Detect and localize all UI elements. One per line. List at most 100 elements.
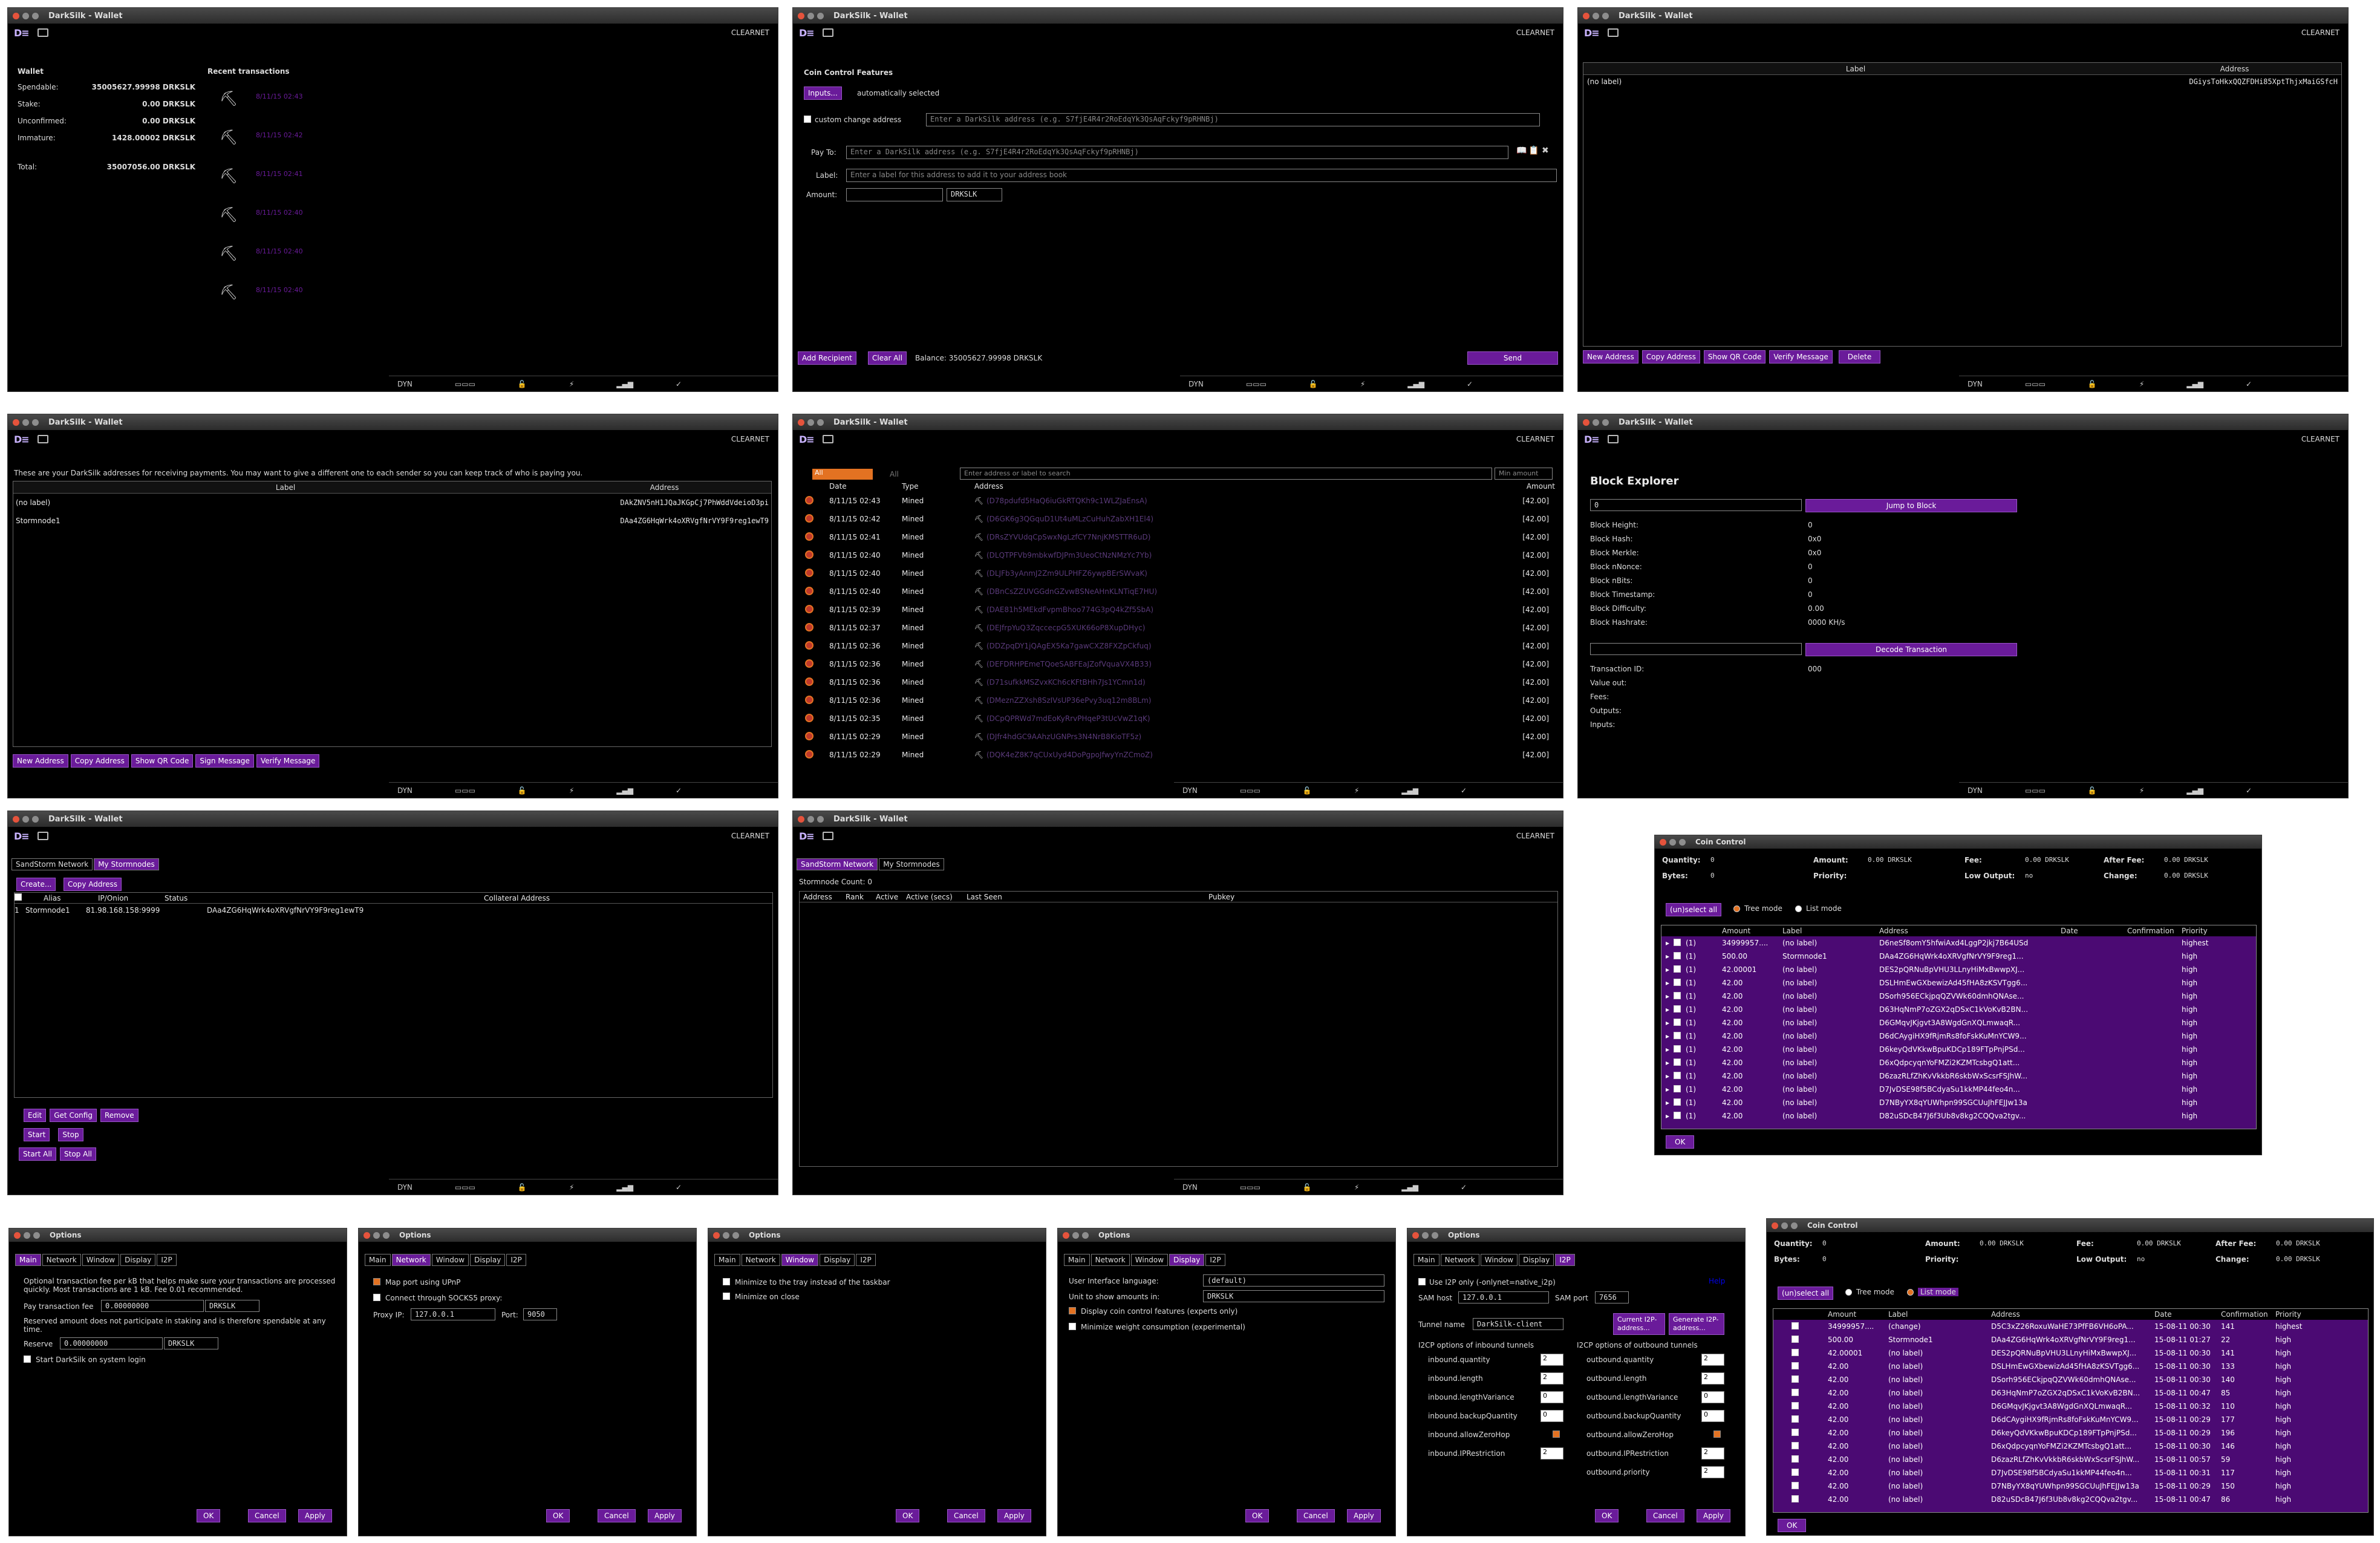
- table-row[interactable]: 1 Stormnode1 81.98.168.158:9999 DAa4ZG6HqWr…: [15, 904, 772, 917]
- apply-button[interactable]: Apply: [1697, 1509, 1730, 1522]
- outbound-option-spinner[interactable]: 0: [1701, 1391, 1724, 1403]
- start-all-button[interactable]: Start All: [19, 1147, 57, 1161]
- payto-input[interactable]: Enter a DarkSilk address (e.g. S7fjE4R4r…: [846, 146, 1508, 159]
- expand-icon[interactable]: ▸: [1661, 992, 1674, 1000]
- socks-checkbox[interactable]: [373, 1294, 380, 1301]
- coin-checkbox[interactable]: [1674, 1098, 1681, 1106]
- close-icon[interactable]: [13, 815, 19, 823]
- table-row[interactable]: ▸ (1) 500.00 Stormnode1 DAa4ZG6HqWrk4oXRVgfN…: [1661, 950, 2256, 963]
- table-row[interactable]: ▸ (1) 42.00 (no label) D63HqNmP7oZGX2qDSxC1k…: [1661, 1003, 2256, 1016]
- table-row[interactable]: ▸ (1) 42.00 (no label) D7NByYX8qYUWhpn99SGCU…: [1661, 1096, 2256, 1109]
- tab-main[interactable]: Main: [1413, 1254, 1439, 1266]
- tab-display[interactable]: Display: [1169, 1254, 1205, 1266]
- tab-window[interactable]: Window: [431, 1254, 469, 1266]
- maximize-icon[interactable]: [1602, 419, 1609, 426]
- col-pubkey[interactable]: Pubkey: [1208, 893, 1234, 901]
- ok-button[interactable]: OK: [896, 1509, 920, 1522]
- close-icon[interactable]: [364, 1231, 370, 1239]
- col-amount[interactable]: Amount: [1828, 1310, 1888, 1319]
- reserve-unit-select[interactable]: DRKSLK: [164, 1337, 218, 1349]
- cancel-button[interactable]: Cancel: [1646, 1509, 1684, 1522]
- close-icon[interactable]: [1772, 1222, 1778, 1229]
- maximize-icon[interactable]: [1432, 1231, 1438, 1239]
- table-row[interactable]: 8/11/15 02:43 Mined ⛏ (D78pdufd5HaQ6iuGkRTQ…: [805, 492, 1555, 510]
- tree-mode-radio[interactable]: [1845, 1289, 1852, 1296]
- table-row[interactable]: ▸ (1) 42.00 (no label) DSorh956ECkjpqQZVWk60…: [1661, 990, 2256, 1003]
- close-icon[interactable]: [1583, 419, 1589, 426]
- coin-checkbox[interactable]: [1792, 1362, 1799, 1369]
- minimize-icon[interactable]: [807, 815, 814, 823]
- table-row[interactable]: 8/11/15 02:36 Mined ⛏ (DMeznZZXsh8SzIVsUP36…: [805, 691, 1555, 710]
- expand-icon[interactable]: ▸: [1661, 1112, 1674, 1120]
- tree-mode-radio[interactable]: [1733, 905, 1740, 912]
- coin-checkbox[interactable]: [1792, 1455, 1799, 1463]
- table-row[interactable]: 8/11/15 02:36 Mined ⛏ (D71sufkkMSZvxKCh6cKF…: [805, 673, 1555, 691]
- remove-icon[interactable]: ✖: [1542, 146, 1549, 155]
- proxy-ip-input[interactable]: 127.0.0.1: [411, 1308, 495, 1320]
- tx-input[interactable]: [1590, 643, 1802, 655]
- maximize-icon[interactable]: [32, 815, 39, 823]
- table-row[interactable]: 8/11/15 02:29 Mined ⛏ (DQK4eZ8K7qCUxUyd4DoP…: [805, 746, 1555, 764]
- close-icon[interactable]: [798, 12, 804, 19]
- expand-icon[interactable]: ▸: [1661, 939, 1674, 947]
- col-amount[interactable]: Amount: [1527, 482, 1555, 491]
- delete-button[interactable]: Delete: [1838, 350, 1881, 364]
- jump-to-block-button[interactable]: Jump to Block: [1805, 499, 2017, 512]
- col-date[interactable]: Date: [2154, 1310, 2221, 1319]
- tab-window[interactable]: Window: [781, 1254, 819, 1266]
- coin-checkbox[interactable]: [1792, 1375, 1799, 1383]
- ok-button[interactable]: OK: [1666, 1135, 1695, 1149]
- col-confirmation[interactable]: Confirmation: [2127, 927, 2182, 935]
- menu-icon[interactable]: [822, 435, 833, 443]
- minimize-icon[interactable]: [723, 1231, 729, 1239]
- table-row[interactable]: 42.00 (no label) DSorh956ECkjpqQZVWk60dmhQ…: [1773, 1373, 2368, 1386]
- select-all-button[interactable]: (un)select all: [1778, 1287, 1834, 1300]
- tab-my-stormnodes[interactable]: My Stormnodes: [94, 858, 159, 870]
- table-row[interactable]: 42.00 (no label) D7JvDSE98f5BCdyaSu1kkMP44…: [1773, 1466, 2368, 1479]
- expand-icon[interactable]: ▸: [1661, 952, 1674, 961]
- outbound-option-spinner[interactable]: 2: [1701, 1466, 1724, 1478]
- min-amount-input[interactable]: Min amount: [1495, 468, 1553, 480]
- select-all-button[interactable]: (un)select all: [1666, 903, 1722, 916]
- weight-checkbox[interactable]: [1069, 1323, 1076, 1330]
- language-select[interactable]: (default): [1203, 1274, 1384, 1287]
- list-item[interactable]: ⛏ 8/11/15 02:40: [220, 284, 341, 308]
- copy-address-button[interactable]: Copy Address: [70, 754, 129, 768]
- apply-button[interactable]: Apply: [1347, 1509, 1381, 1522]
- menu-icon[interactable]: [822, 832, 833, 840]
- tab-i2p[interactable]: I2P: [856, 1254, 876, 1266]
- tab-display[interactable]: Display: [820, 1254, 855, 1266]
- table-row[interactable]: 8/11/15 02:40 Mined ⛏ (DBnCsZZUVGGdnGZvwBSN…: [805, 582, 1555, 601]
- inbound-option-spinner[interactable]: 0: [1540, 1410, 1563, 1422]
- table-row[interactable]: 8/11/15 02:36 Mined ⛏ (DDZpqDY1jQAgEX5Ka7ga…: [805, 637, 1555, 655]
- table-row[interactable]: 500.00 Stormnode1 DAa4ZG6HqWrk4oXRVgfNrVY9…: [1773, 1333, 2368, 1346]
- tab-window[interactable]: Window: [82, 1254, 120, 1266]
- start-on-login-checkbox[interactable]: [24, 1355, 31, 1363]
- maximize-icon[interactable]: [32, 419, 39, 426]
- minimize-icon[interactable]: [373, 1231, 380, 1239]
- close-icon[interactable]: [1063, 1231, 1069, 1239]
- expand-icon[interactable]: ▸: [1661, 1019, 1674, 1027]
- coin-checkbox[interactable]: [1674, 1005, 1681, 1013]
- ok-button[interactable]: OK: [197, 1509, 221, 1522]
- coin-checkbox[interactable]: [1674, 965, 1681, 973]
- close-icon[interactable]: [1660, 838, 1666, 846]
- table-row[interactable]: 34999957.... (change) D5C3xZ26RoxuWaHE73Pf…: [1773, 1320, 2368, 1333]
- table-row[interactable]: 8/11/15 02:36 Mined ⛏ (DEFDRHPEmeTQoeSABFEa…: [805, 655, 1555, 673]
- new-address-button[interactable]: New Address: [1583, 350, 1638, 364]
- list-item[interactable]: ⛏ 8/11/15 02:43: [220, 90, 341, 114]
- create-button[interactable]: Create...: [16, 878, 56, 891]
- cancel-button[interactable]: Cancel: [947, 1509, 985, 1522]
- coin-checkbox[interactable]: [1792, 1335, 1799, 1343]
- col-date[interactable]: Date: [2061, 927, 2127, 935]
- minimize-icon[interactable]: [22, 12, 29, 19]
- tab-my-stormnodes[interactable]: My Stormnodes: [879, 858, 944, 870]
- maximize-icon[interactable]: [1791, 1222, 1798, 1229]
- show-qr-button[interactable]: Show QR Code: [1703, 350, 1766, 364]
- tab-network[interactable]: Network: [1091, 1254, 1130, 1266]
- expand-icon[interactable]: ▸: [1661, 979, 1674, 987]
- coin-checkbox[interactable]: [1674, 1018, 1681, 1026]
- table-row[interactable]: ▸ (1) 42.00 (no label) D6keyQdVKkwBpuKDCp189…: [1661, 1043, 2256, 1056]
- coin-checkbox[interactable]: [1792, 1348, 1799, 1356]
- table-row[interactable]: ▸ (1) 42.00 (no label) D7JvDSE98f5BCdyaSu1kk…: [1661, 1083, 2256, 1096]
